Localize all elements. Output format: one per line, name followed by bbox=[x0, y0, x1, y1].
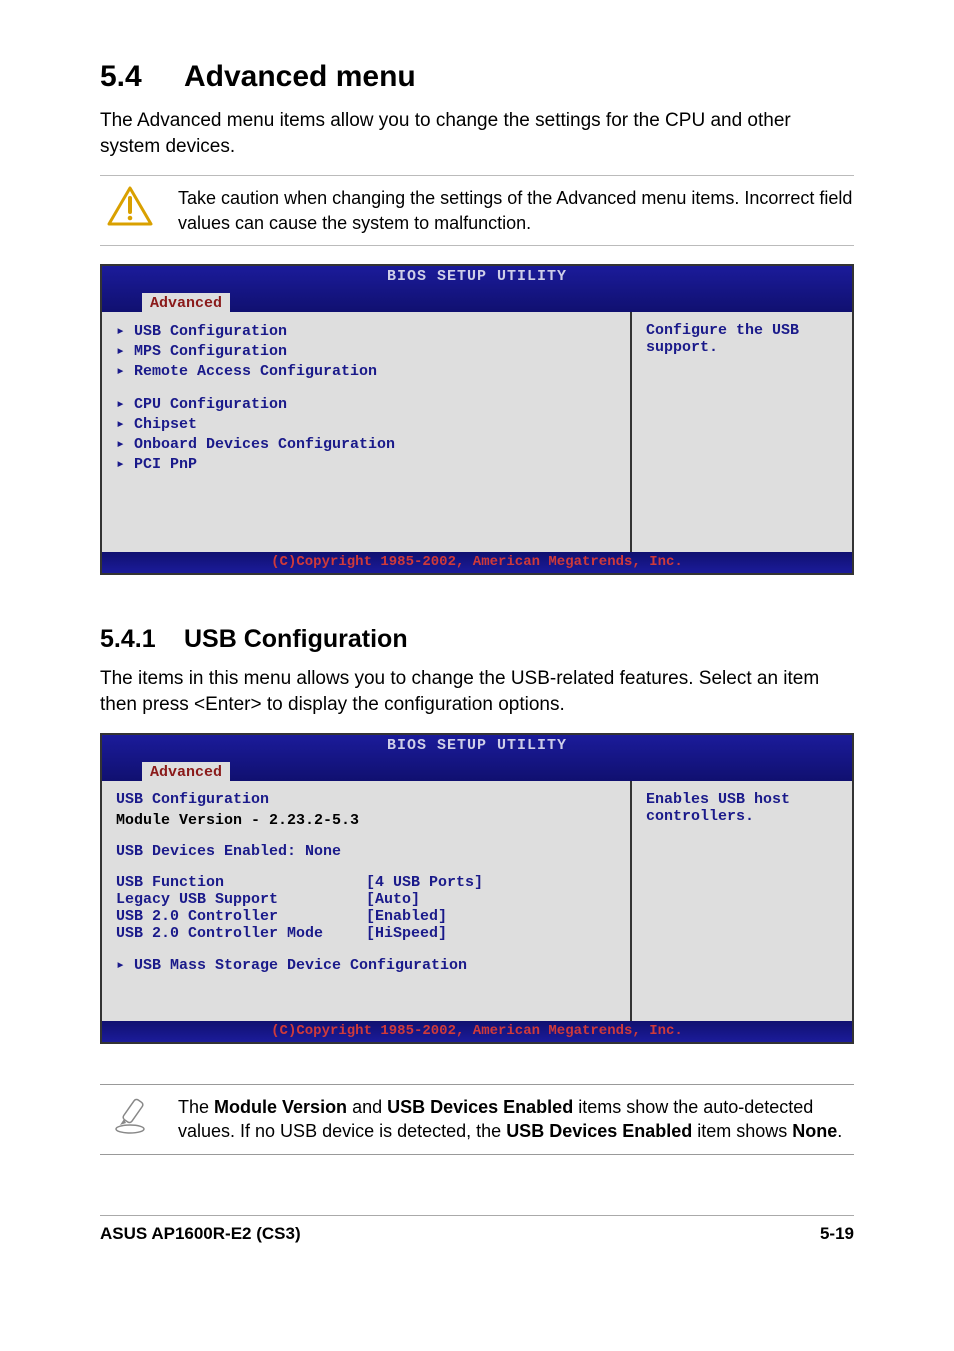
note-bold: Module Version bbox=[214, 1097, 347, 1117]
bios-copyright: (C)Copyright 1985-2002, American Megatre… bbox=[102, 552, 852, 573]
note-text-fragment: The bbox=[178, 1097, 214, 1117]
bios-title: BIOS SETUP UTILITY bbox=[102, 268, 852, 285]
bios-help-text: Enables USB host controllers. bbox=[646, 791, 838, 825]
setting-value: [Enabled] bbox=[366, 908, 447, 925]
bios-item-chipset[interactable]: ▸ Chipset bbox=[116, 415, 616, 435]
arrow-icon: ▸ bbox=[116, 395, 126, 415]
setting-key: USB 2.0 Controller bbox=[116, 908, 366, 925]
bios-item-label: Chipset bbox=[134, 415, 197, 435]
note-bold: USB Devices Enabled bbox=[506, 1121, 692, 1141]
setting-key: Legacy USB Support bbox=[116, 891, 366, 908]
setting-value: [Auto] bbox=[366, 891, 420, 908]
bios-setting-usb-function[interactable]: USB Function[4 USB Ports] bbox=[116, 874, 616, 891]
bios-item-label: PCI PnP bbox=[134, 455, 197, 475]
arrow-icon: ▸ bbox=[116, 455, 126, 475]
section-heading: 5.4Advanced menu bbox=[100, 60, 854, 94]
arrow-icon: ▸ bbox=[116, 956, 126, 976]
note-text: The Module Version and USB Devices Enabl… bbox=[178, 1095, 854, 1144]
arrow-icon: ▸ bbox=[116, 435, 126, 455]
bios-tab-advanced[interactable]: Advanced bbox=[142, 762, 230, 781]
bios-titlebar: BIOS SETUP UTILITY Advanced bbox=[102, 266, 852, 312]
intro-paragraph: The Advanced menu items allow you to cha… bbox=[100, 108, 854, 159]
subsection-intro: The items in this menu allows you to cha… bbox=[100, 666, 854, 717]
subsection-heading: 5.4.1USB Configuration bbox=[100, 625, 854, 654]
bios-panel-title: USB Configuration bbox=[116, 791, 616, 808]
setting-value: [4 USB Ports] bbox=[366, 874, 483, 891]
bios-item-onboard-devices[interactable]: ▸ Onboard Devices Configuration bbox=[116, 435, 616, 455]
bios-help-panel: Enables USB host controllers. bbox=[632, 781, 852, 1021]
bios-help-text: Configure the USB support. bbox=[646, 322, 838, 356]
bios-devices-enabled: USB Devices Enabled: None bbox=[116, 843, 616, 860]
subsection-title: USB Configuration bbox=[184, 625, 408, 653]
section-number: 5.4 bbox=[100, 60, 184, 94]
setting-key: USB Function bbox=[116, 874, 366, 891]
bios-item-pci-pnp[interactable]: ▸ PCI PnP bbox=[116, 455, 616, 475]
caution-text: Take caution when changing the settings … bbox=[178, 186, 854, 235]
bios-item-label: Remote Access Configuration bbox=[134, 362, 377, 382]
note-bold: USB Devices Enabled bbox=[387, 1097, 573, 1117]
info-note: The Module Version and USB Devices Enabl… bbox=[100, 1084, 854, 1155]
bios-item-label: MPS Configuration bbox=[134, 342, 287, 362]
bios-module-version: Module Version - 2.23.2-5.3 bbox=[116, 812, 616, 829]
bios-item-label: CPU Configuration bbox=[134, 395, 287, 415]
arrow-icon: ▸ bbox=[116, 362, 126, 382]
bios-screenshot-usb-config: BIOS SETUP UTILITY Advanced USB Configur… bbox=[100, 733, 854, 1044]
note-icon bbox=[100, 1095, 160, 1135]
bios-title: BIOS SETUP UTILITY bbox=[102, 737, 852, 754]
subsection-number: 5.4.1 bbox=[100, 625, 184, 654]
bios-item-usb-configuration[interactable]: ▸ USB Configuration bbox=[116, 322, 616, 342]
page-footer: ASUS AP1600R-E2 (CS3) 5-19 bbox=[100, 1215, 854, 1244]
note-text-fragment: . bbox=[837, 1121, 842, 1141]
bios-item-label: USB Configuration bbox=[134, 322, 287, 342]
section-title: Advanced menu bbox=[184, 60, 416, 93]
bios-menu-list: ▸ USB Configuration ▸ MPS Configuration ▸ R… bbox=[102, 312, 632, 552]
arrow-icon: ▸ bbox=[116, 415, 126, 435]
note-text-fragment: and bbox=[347, 1097, 387, 1117]
setting-key: USB 2.0 Controller Mode bbox=[116, 925, 366, 942]
footer-product: ASUS AP1600R-E2 (CS3) bbox=[100, 1224, 301, 1244]
bios-item-label: Onboard Devices Configuration bbox=[134, 435, 395, 455]
bios-item-cpu-configuration[interactable]: ▸ CPU Configuration bbox=[116, 395, 616, 415]
bios-titlebar: BIOS SETUP UTILITY Advanced bbox=[102, 735, 852, 781]
bios-usb-panel: USB Configuration Module Version - 2.23.… bbox=[102, 781, 632, 1021]
arrow-icon: ▸ bbox=[116, 322, 126, 342]
setting-value: [HiSpeed] bbox=[366, 925, 447, 942]
bios-tab-advanced[interactable]: Advanced bbox=[142, 293, 230, 312]
note-text-fragment: item shows bbox=[692, 1121, 792, 1141]
bios-item-remote-access[interactable]: ▸ Remote Access Configuration bbox=[116, 362, 616, 382]
bios-item-mps-configuration[interactable]: ▸ MPS Configuration bbox=[116, 342, 616, 362]
arrow-icon: ▸ bbox=[116, 342, 126, 362]
bios-copyright: (C)Copyright 1985-2002, American Megatre… bbox=[102, 1021, 852, 1042]
caution-icon bbox=[100, 186, 160, 226]
bios-setting-usb2-controller[interactable]: USB 2.0 Controller[Enabled] bbox=[116, 908, 616, 925]
bios-setting-legacy-usb[interactable]: Legacy USB Support[Auto] bbox=[116, 891, 616, 908]
bios-screenshot-advanced: BIOS SETUP UTILITY Advanced ▸ USB Configu… bbox=[100, 264, 854, 575]
note-bold: None bbox=[792, 1121, 837, 1141]
bios-setting-usb2-mode[interactable]: USB 2.0 Controller Mode[HiSpeed] bbox=[116, 925, 616, 942]
bios-item-label: USB Mass Storage Device Configuration bbox=[134, 956, 467, 976]
footer-page-number: 5-19 bbox=[820, 1224, 854, 1244]
bios-help-panel: Configure the USB support. bbox=[632, 312, 852, 552]
caution-note: Take caution when changing the settings … bbox=[100, 175, 854, 246]
bios-item-mass-storage[interactable]: ▸ USB Mass Storage Device Configuration bbox=[116, 956, 616, 976]
